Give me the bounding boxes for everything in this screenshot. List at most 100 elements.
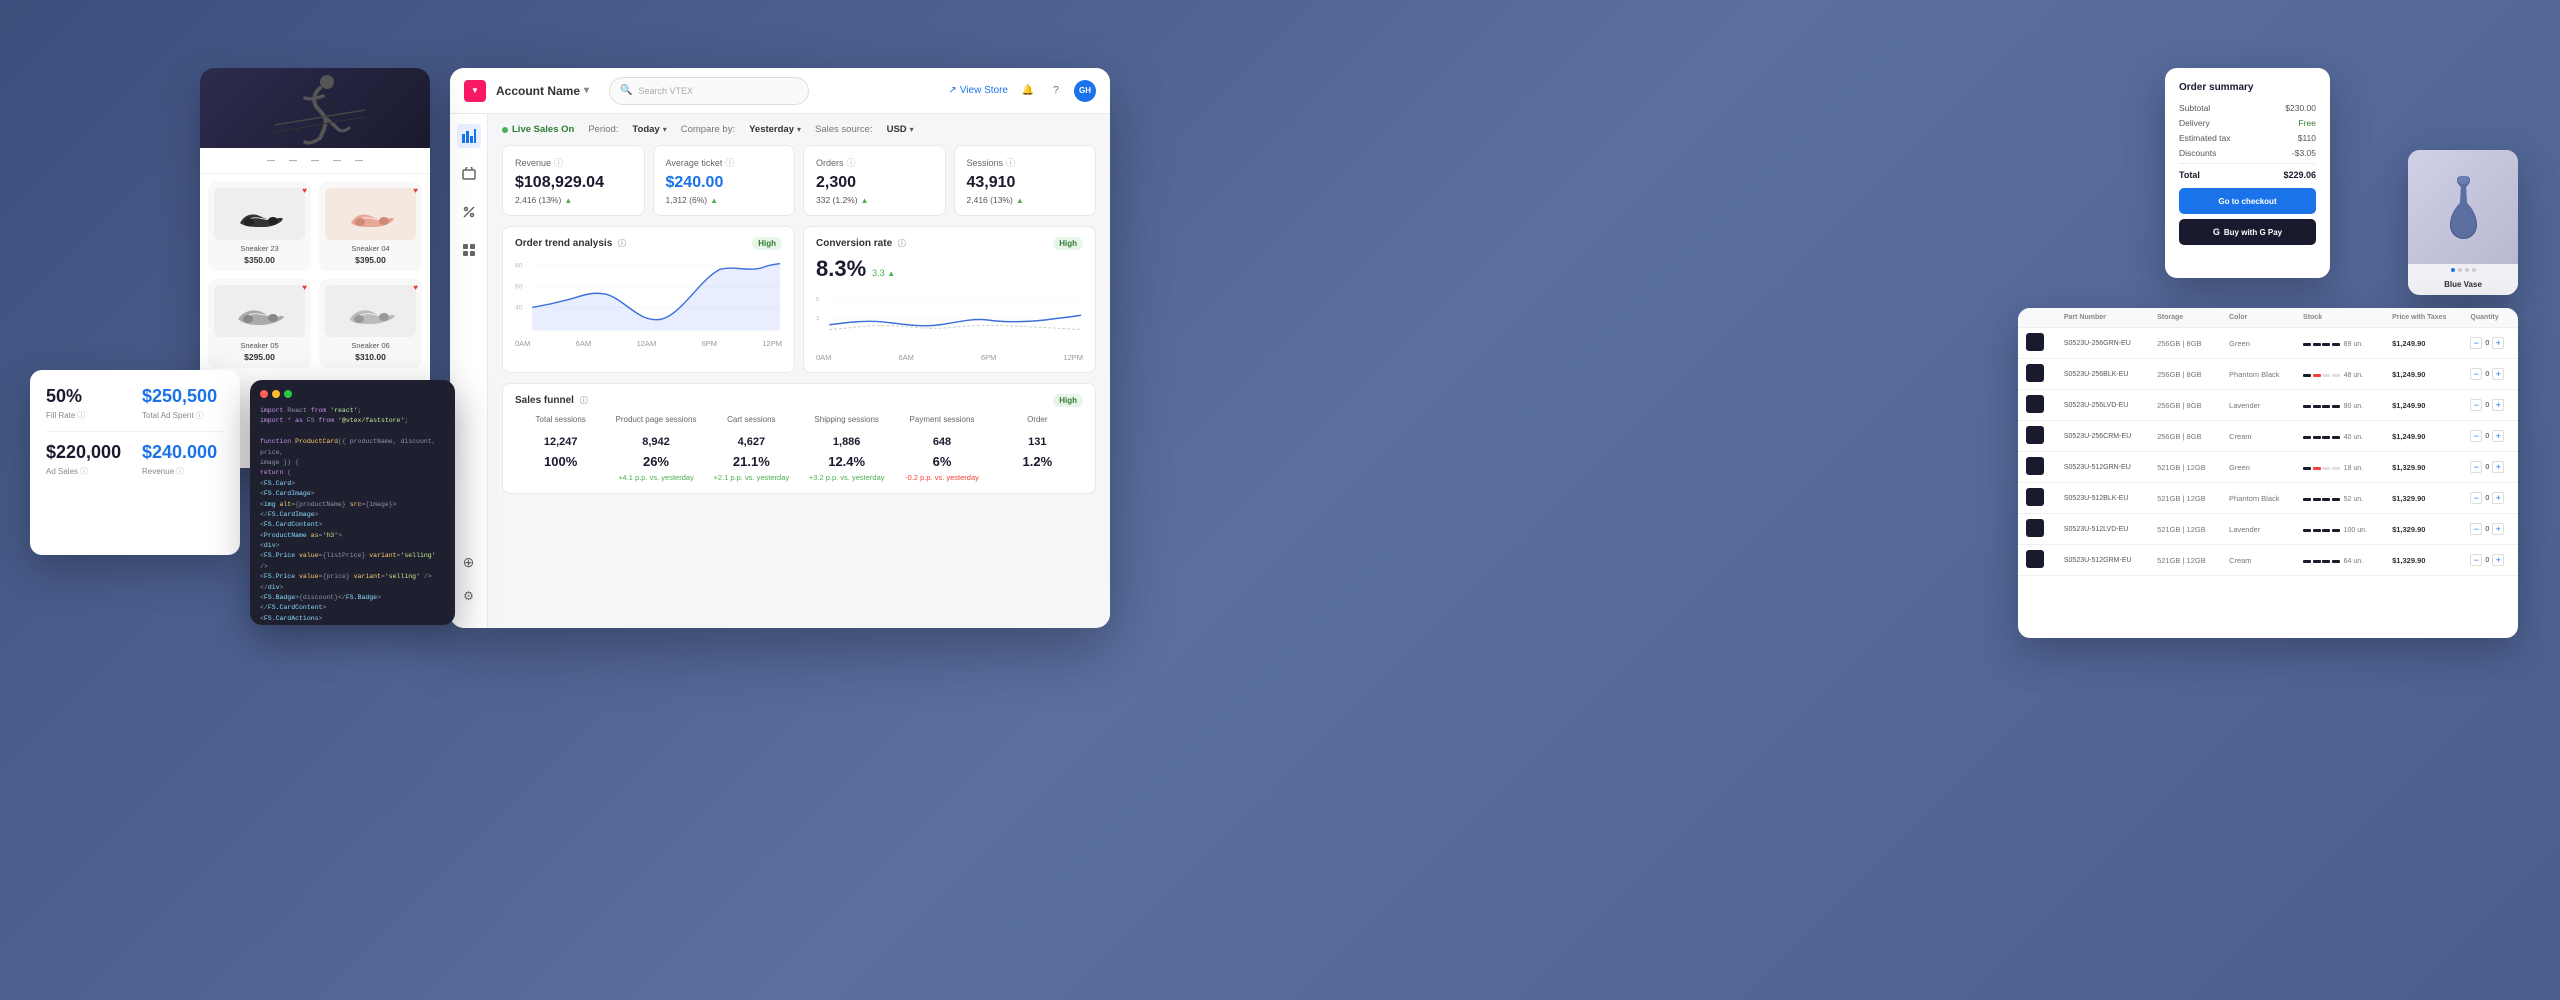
row-color-7: Cream xyxy=(2221,545,2295,576)
table-row[interactable]: S0523U-512BLK-EU 521GB | 12GB Phantom Bl… xyxy=(2018,483,2518,514)
row-qty-1[interactable]: − 0 + xyxy=(2462,359,2518,390)
sidebar-item-catalog[interactable] xyxy=(457,162,481,186)
code-line-16: <FS.Badge>{discount}</FS.Badge> xyxy=(260,593,445,603)
row-price-4: $1,329.90 xyxy=(2384,452,2462,483)
search-bar[interactable]: 🔍 Search VTEX xyxy=(609,77,809,105)
sales-source-selector[interactable]: USD xyxy=(887,124,914,135)
close-button[interactable] xyxy=(260,390,268,398)
compare-selector[interactable]: Yesterday xyxy=(749,124,801,135)
qty-minus-0[interactable]: − xyxy=(2470,337,2482,349)
row-thumb-2 xyxy=(2018,390,2056,421)
account-name-button[interactable]: Account Name xyxy=(496,84,589,98)
row-qty-2[interactable]: − 0 + xyxy=(2462,390,2518,421)
row-qty-4[interactable]: − 0 + xyxy=(2462,452,2518,483)
compare-label: Compare by: xyxy=(681,124,735,135)
help-icon[interactable]: ? xyxy=(1046,81,1066,101)
qty-plus-3[interactable]: + xyxy=(2492,430,2504,442)
favorite-icon-3[interactable]: ♥ xyxy=(413,283,418,292)
funnel-title: Sales funnel ⓘ High xyxy=(515,394,1083,407)
row-color-0: Green xyxy=(2221,328,2295,359)
bell-icon[interactable]: 🔔 xyxy=(1018,81,1038,101)
product-img-1 xyxy=(325,188,416,240)
metric-revenue-label: Revenue ⓘ xyxy=(515,156,632,169)
qty-value-2: 0 xyxy=(2485,402,2489,409)
funnel-pct-5: 1.2% xyxy=(992,454,1083,469)
row-color-3: Cream xyxy=(2221,421,2295,452)
row-qty-6[interactable]: − 0 + xyxy=(2462,514,2518,545)
row-qty-3[interactable]: − 0 + xyxy=(2462,421,2518,452)
qty-minus-3[interactable]: − xyxy=(2470,430,2482,442)
catalog-nav-item-3[interactable]: — xyxy=(329,154,345,167)
catalog-product-2[interactable]: Sneaker 05 $295.00 ♥ xyxy=(208,279,311,368)
qty-plus-2[interactable]: + xyxy=(2492,399,2504,411)
checkout-button[interactable]: Go to checkout xyxy=(2179,188,2316,214)
order-row-tax: Estimated tax $110 xyxy=(2179,133,2316,143)
table-row[interactable]: S0523U-512LVD-EU 521GB | 12GB Lavender 1… xyxy=(2018,514,2518,545)
order-summary-panel: Order summary Subtotal $230.00 Delivery … xyxy=(2165,68,2330,278)
qty-plus-7[interactable]: + xyxy=(2492,554,2504,566)
qty-minus-2[interactable]: − xyxy=(2470,399,2482,411)
favorite-icon-2[interactable]: ♥ xyxy=(302,283,307,292)
catalog-nav-item-2[interactable]: — xyxy=(307,154,323,167)
catalog-product-1[interactable]: Sneaker 04 $395.00 ♥ xyxy=(319,182,422,271)
table-row[interactable]: S0523U-256LVD-EU 256GB | 8GB Lavender 90… xyxy=(2018,390,2518,421)
search-icon: 🔍 xyxy=(620,85,632,96)
order-trend-area: 80 60 40 xyxy=(515,256,782,336)
col-header-qty: Quantity xyxy=(2462,308,2518,328)
funnel-chg-2: +2.1 p.p. vs. yesterday xyxy=(706,473,797,484)
row-qty-0[interactable]: − 0 + xyxy=(2462,328,2518,359)
info-icon-3: ⓘ xyxy=(847,156,856,169)
row-storage-4: 521GB | 12GB xyxy=(2149,452,2221,483)
vase-dot-0[interactable] xyxy=(2451,268,2455,272)
row-sku-3: S0523U-256CRM-EU xyxy=(2056,421,2149,452)
col-header-color: Color xyxy=(2221,308,2295,328)
qty-minus-4[interactable]: − xyxy=(2470,461,2482,473)
sidebar-item-plus[interactable]: ⊕ xyxy=(457,550,481,574)
row-qty-5[interactable]: − 0 + xyxy=(2462,483,2518,514)
qty-plus-1[interactable]: + xyxy=(2492,368,2504,380)
sidebar-item-settings[interactable]: ⚙ xyxy=(457,584,481,608)
qty-minus-7[interactable]: − xyxy=(2470,554,2482,566)
user-avatar[interactable]: GH xyxy=(1074,80,1096,102)
qty-plus-0[interactable]: + xyxy=(2492,337,2504,349)
gpay-button[interactable]: G Buy with G Pay xyxy=(2179,219,2316,245)
row-qty-7[interactable]: − 0 + xyxy=(2462,545,2518,576)
table-row[interactable]: S0523U-256GRN-EU 256GB | 8GB Green 89 un… xyxy=(2018,328,2518,359)
qty-plus-4[interactable]: + xyxy=(2492,461,2504,473)
favorite-icon-1[interactable]: ♥ xyxy=(413,186,418,195)
sidebar-item-promotions[interactable] xyxy=(457,200,481,224)
catalog-product-0[interactable]: Sneaker 23 $350.00 ♥ xyxy=(208,182,311,271)
table-row[interactable]: S0523U-512GRN-EU 521GB | 12GB Green 18 u… xyxy=(2018,452,2518,483)
period-selector[interactable]: Today xyxy=(632,124,666,135)
table-row[interactable]: S0523U-256CRM-EU 256GB | 8GB Cream 40 un… xyxy=(2018,421,2518,452)
qty-minus-6[interactable]: − xyxy=(2470,523,2482,535)
funnel-col-3: Shipping sessions xyxy=(801,415,892,425)
catalog-product-3[interactable]: Sneaker 06 $310.00 ♥ xyxy=(319,279,422,368)
conversion-value: 8.3% xyxy=(816,256,866,282)
catalog-navigation: — — — — — xyxy=(200,148,430,174)
fill-rate-label: Fill Rate ⓘ xyxy=(46,410,128,421)
table-row[interactable]: S0523U-256BLK-EU 256GB | 8GB Phantom Bla… xyxy=(2018,359,2518,390)
favorite-icon-0[interactable]: ♥ xyxy=(302,186,307,195)
qty-minus-1[interactable]: − xyxy=(2470,368,2482,380)
code-line-17: </FS.CardContent> xyxy=(260,603,445,613)
catalog-nav-item-4[interactable]: — xyxy=(351,154,367,167)
vase-dot-1[interactable] xyxy=(2458,268,2462,272)
ads-divider xyxy=(46,431,224,432)
order-row-discounts: Discounts -$3.05 xyxy=(2179,148,2316,158)
catalog-nav-item-0[interactable]: — xyxy=(263,154,279,167)
vase-dot-2[interactable] xyxy=(2465,268,2469,272)
view-store-button[interactable]: ↗ View Store xyxy=(948,85,1008,96)
row-stock-0: 89 un. xyxy=(2295,328,2384,359)
row-sku-7: S0523U-512GRM-EU xyxy=(2056,545,2149,576)
sidebar-item-analytics[interactable] xyxy=(457,124,481,148)
qty-plus-6[interactable]: + xyxy=(2492,523,2504,535)
qty-plus-5[interactable]: + xyxy=(2492,492,2504,504)
sidebar-item-grid[interactable] xyxy=(457,238,481,262)
minimize-button[interactable] xyxy=(272,390,280,398)
maximize-button[interactable] xyxy=(284,390,292,398)
table-row[interactable]: S0523U-512GRM-EU 521GB | 12GB Cream 64 u… xyxy=(2018,545,2518,576)
catalog-nav-item-1[interactable]: — xyxy=(285,154,301,167)
qty-minus-5[interactable]: − xyxy=(2470,492,2482,504)
vase-dot-3[interactable] xyxy=(2472,268,2476,272)
